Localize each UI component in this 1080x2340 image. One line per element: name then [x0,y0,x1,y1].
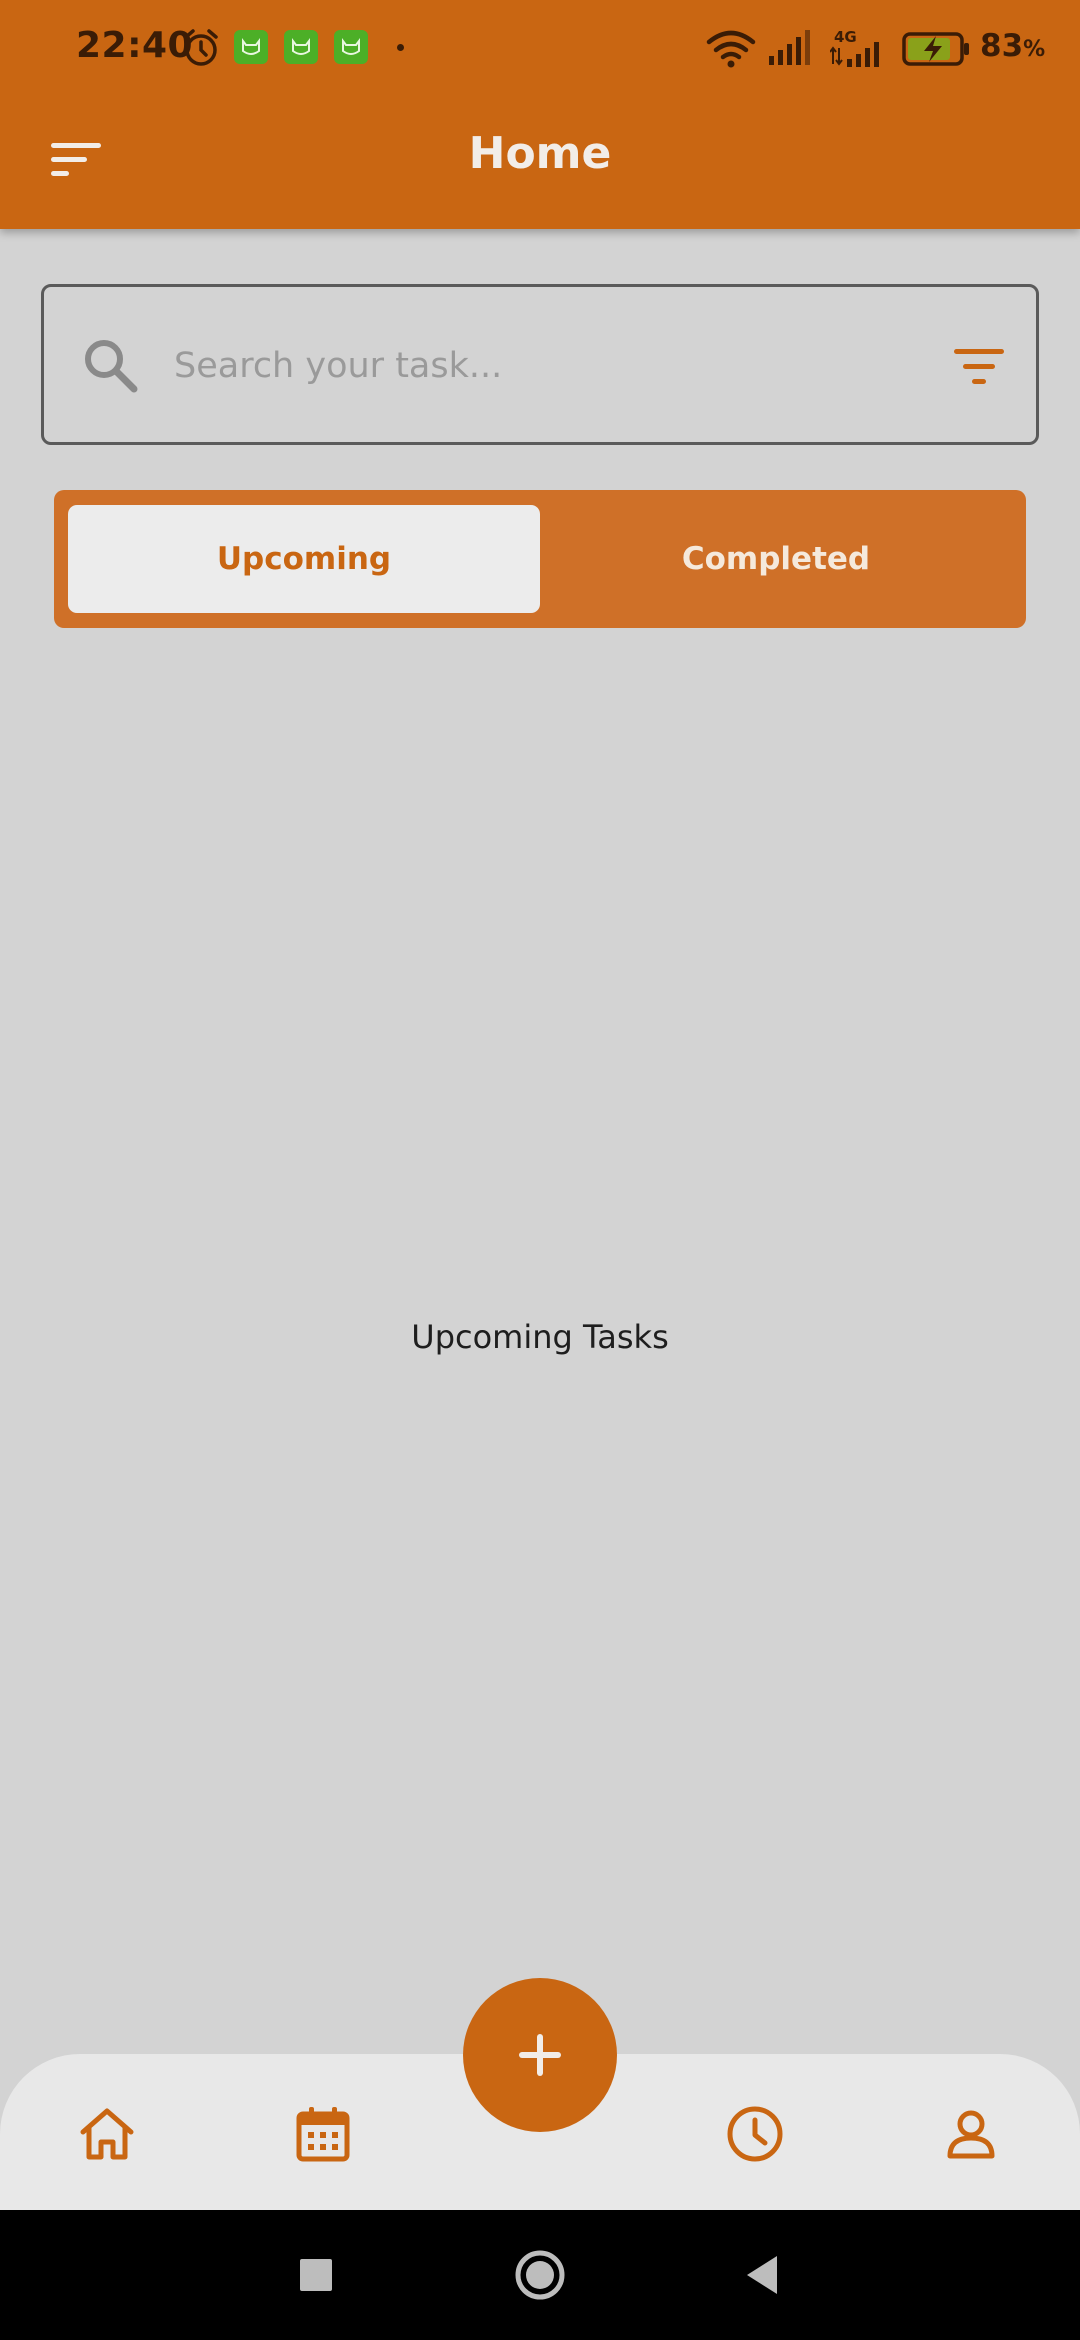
battery-percent-unit: % [1023,37,1046,62]
profile-icon [947,2110,995,2159]
nav-history-button[interactable] [717,2096,793,2172]
tab-completed[interactable]: Completed [540,505,1012,613]
cat-face-icon [242,38,260,55]
plus-icon [519,2034,561,2076]
app-header: 22:40 4G 83% Home [0,0,1080,229]
cat-face-icon [342,38,360,55]
calendar-icon [296,2107,350,2162]
app-bar: Home [0,100,1080,229]
app-notification-icon [284,30,318,64]
upcoming-tasks-message: Upcoming Tasks [411,1318,669,1356]
signal-icon [769,30,810,65]
battery-percent-value: 83 [980,28,1024,64]
nav-home-button[interactable] [69,2096,145,2172]
recents-icon [300,2259,332,2291]
system-home-button[interactable] [508,2243,572,2307]
dot-icon [397,44,404,51]
filter-button[interactable] [944,332,1014,402]
nav-calendar-button[interactable] [285,2096,361,2172]
app-notification-icon [334,30,368,64]
recents-button[interactable] [284,2243,348,2307]
back-button[interactable] [730,2243,794,2307]
tab-upcoming[interactable]: Upcoming [68,505,540,613]
filter-icon [954,349,1004,384]
app-notification-icon [234,30,268,64]
battery-charging-icon [902,32,969,66]
task-tabs: Upcoming Completed [54,490,1026,628]
alarm-icon [184,29,218,66]
wifi-icon [706,30,756,68]
cat-face-icon [292,38,310,55]
system-navigation-bar [0,2210,1080,2340]
search-icon [85,340,138,393]
page-title: Home [468,128,612,179]
add-task-button[interactable] [463,1978,617,2132]
home-circle-icon [515,2250,565,2300]
status-bar: 22:40 4G 83% [0,0,1080,100]
search-box[interactable] [41,284,1039,445]
clock-icon [727,2106,783,2162]
status-time: 22:40 [76,25,194,66]
nav-profile-button[interactable] [933,2096,1009,2172]
search-input[interactable] [174,327,934,405]
signal-4g-icon [830,42,879,67]
battery-percentage: 83% [980,28,1045,64]
back-icon [747,2256,777,2294]
home-icon [80,2108,134,2160]
